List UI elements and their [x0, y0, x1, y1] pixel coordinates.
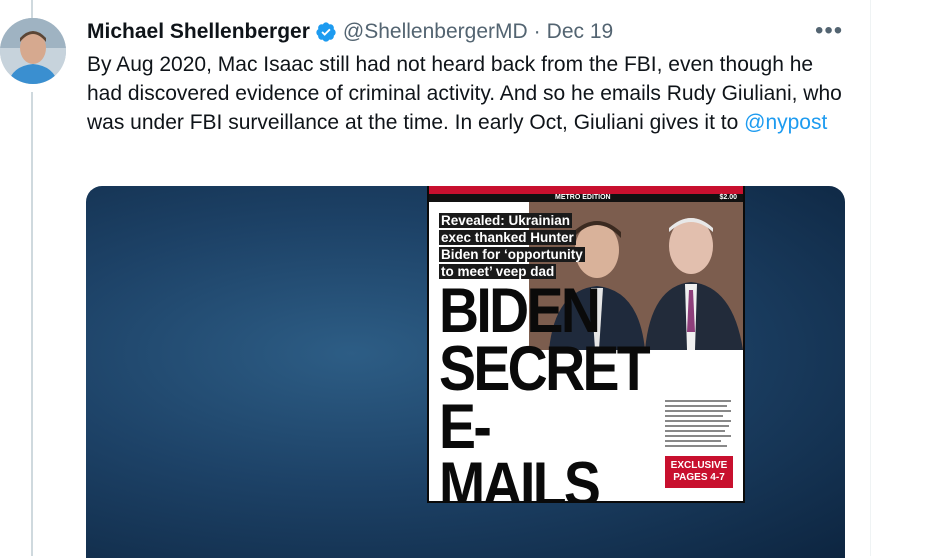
author-name[interactable]: Michael Shellenberger [87, 18, 310, 46]
thread-line-top [31, 0, 33, 18]
newspaper-masthead [429, 186, 743, 194]
headline-line: E-MAILS [439, 392, 601, 503]
subhead-line: Biden for ‘opportunity [439, 247, 585, 262]
newspaper-headline: BIDEN SECRET E-MAILS [439, 276, 651, 503]
tweet-body: By Aug 2020, Mac Isaac still had not hea… [87, 53, 842, 134]
tweet-header: Michael Shellenberger @ShellenbergerMD ·… [87, 18, 613, 46]
headline-line: SECRET [439, 334, 651, 404]
exclusive-line: EXCLUSIVE [670, 460, 728, 471]
newspaper-small-column [665, 400, 735, 454]
tweet-text: By Aug 2020, Mac Isaac still had not hea… [87, 50, 847, 137]
thread-line-bottom [31, 92, 33, 556]
subhead-line: Revealed: Ukrainian [439, 213, 573, 228]
newspaper-dateline: METRO EDITION $2.00 [429, 194, 743, 202]
verified-badge-icon [315, 21, 337, 43]
newspaper-cover: METRO EDITION $2.00 Revealed: Ukrainian … [427, 186, 745, 503]
headline-line: BIDEN [439, 276, 601, 346]
exclusive-line: PAGES 4-7 [673, 472, 725, 483]
author-handle[interactable]: @ShellenbergerMD [343, 18, 528, 46]
tweet-media-image[interactable]: METRO EDITION $2.00 Revealed: Ukrainian … [86, 186, 845, 558]
subhead-line: exec thanked Hunter [439, 230, 576, 245]
column-border [870, 0, 871, 556]
more-options-icon[interactable]: ••• [815, 19, 843, 43]
newspaper-edition: METRO EDITION [555, 194, 611, 201]
exclusive-badge: EXCLUSIVE PAGES 4-7 [665, 456, 733, 488]
newspaper-price: $2.00 [719, 194, 737, 201]
avatar[interactable] [0, 18, 66, 84]
avatar-photo [0, 18, 66, 84]
newspaper-subhead: Revealed: Ukrainian exec thanked Hunter … [439, 212, 589, 280]
mention-link[interactable]: @nypost [744, 111, 827, 134]
tweet-date[interactable]: Dec 19 [547, 18, 614, 46]
separator-dot: · [533, 20, 541, 43]
